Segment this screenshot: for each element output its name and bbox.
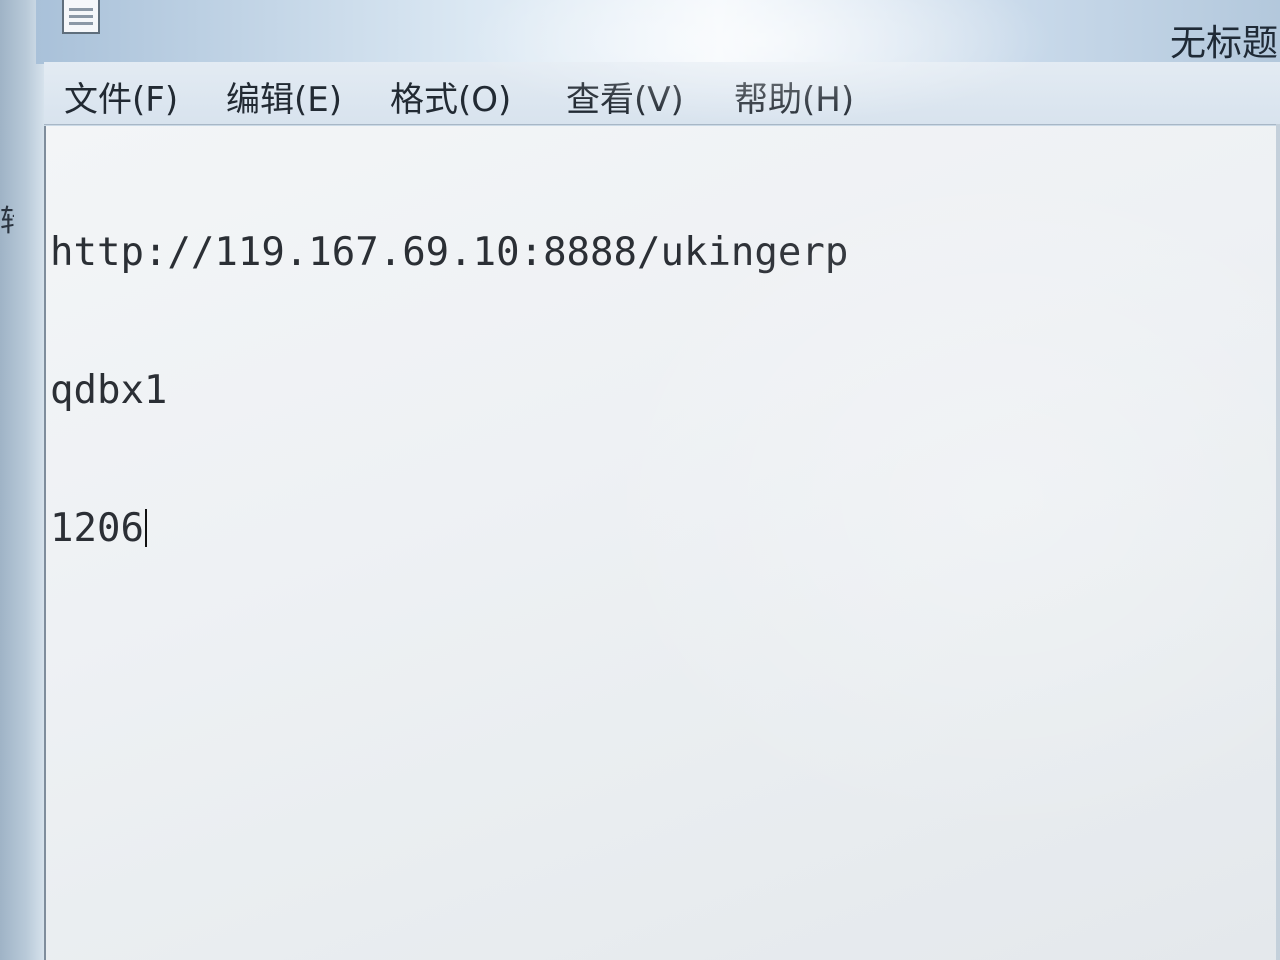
screen: 转 无标题 文件(F) 编辑(E) 格式(O) 查看(V) 帮助(H) http… bbox=[0, 0, 1280, 960]
editor-text[interactable]: http://119.167.69.10:8888/ukingerp qdbx1… bbox=[50, 138, 1270, 644]
text-editor-area[interactable]: http://119.167.69.10:8888/ukingerp qdbx1… bbox=[44, 126, 1280, 960]
text-caret bbox=[144, 509, 147, 547]
notepad-icon[interactable] bbox=[62, 0, 100, 34]
menu-bar: 文件(F) 编辑(E) 格式(O) 查看(V) 帮助(H) bbox=[44, 62, 1280, 125]
menu-view[interactable]: 查看(V) bbox=[566, 72, 684, 121]
background-window-text: 转 bbox=[0, 196, 14, 240]
menu-file[interactable]: 文件(F) bbox=[64, 72, 178, 121]
menu-format[interactable]: 格式(O) bbox=[390, 72, 511, 121]
editor-line-url: http://119.167.69.10:8888/ukingerp bbox=[50, 230, 849, 275]
menu-help[interactable]: 帮助(H) bbox=[734, 72, 854, 121]
title-bar[interactable]: 无标题 bbox=[36, 0, 1280, 64]
editor-line-code-text: 1206 bbox=[50, 506, 144, 551]
editor-line-code: 1206 bbox=[50, 506, 1270, 552]
window-title: 无标题 bbox=[1170, 23, 1279, 64]
window-right-edge bbox=[1276, 124, 1280, 960]
menu-edit[interactable]: 编辑(E) bbox=[226, 72, 342, 121]
editor-line-username: qdbx1 bbox=[50, 368, 168, 413]
notepad-window: 无标题 文件(F) 编辑(E) 格式(O) 查看(V) 帮助(H) http:/… bbox=[36, 0, 1280, 960]
